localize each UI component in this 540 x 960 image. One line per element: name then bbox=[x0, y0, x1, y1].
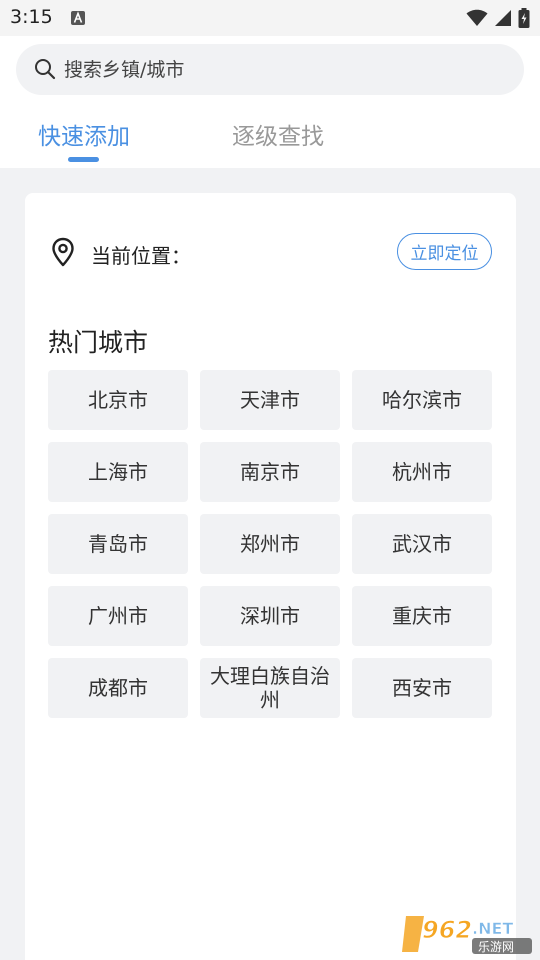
status-time: 3:15 bbox=[10, 6, 53, 28]
city-button[interactable]: 西安市 bbox=[352, 658, 492, 718]
notification-a-icon bbox=[71, 11, 85, 25]
active-tab-indicator bbox=[68, 157, 99, 162]
city-button[interactable]: 成都市 bbox=[48, 658, 188, 718]
current-location-label: 当前位置： bbox=[91, 244, 191, 268]
svg-text:962: 962 bbox=[422, 916, 472, 944]
city-button[interactable]: 深圳市 bbox=[200, 586, 340, 646]
hot-cities-grid: 北京市 天津市 哈尔滨市 上海市 南京市 杭州市 青岛市 郑州市 武汉市 广州市… bbox=[48, 370, 492, 718]
watermark-logo: 962 .NET 乐游网 bbox=[402, 916, 532, 954]
location-pin-icon bbox=[52, 237, 74, 267]
tab-step-search[interactable]: 逐级查找 bbox=[232, 117, 324, 151]
city-button[interactable]: 杭州市 bbox=[352, 442, 492, 502]
city-button[interactable]: 郑州市 bbox=[200, 514, 340, 574]
city-button[interactable]: 青岛市 bbox=[48, 514, 188, 574]
svg-text:乐游网: 乐游网 bbox=[478, 940, 514, 954]
city-button[interactable]: 哈尔滨市 bbox=[352, 370, 492, 430]
city-button[interactable]: 大理白族自治州 bbox=[200, 658, 340, 718]
signal-icon bbox=[495, 10, 511, 26]
city-button[interactable]: 天津市 bbox=[200, 370, 340, 430]
status-icons bbox=[466, 7, 530, 29]
city-button[interactable]: 北京市 bbox=[48, 370, 188, 430]
city-button[interactable]: 重庆市 bbox=[352, 586, 492, 646]
city-button[interactable]: 南京市 bbox=[200, 442, 340, 502]
battery-icon bbox=[518, 8, 530, 28]
city-button[interactable]: 武汉市 bbox=[352, 514, 492, 574]
status-bar: 3:15 bbox=[0, 0, 540, 36]
svg-text:.NET: .NET bbox=[472, 919, 513, 938]
wifi-icon bbox=[466, 9, 488, 26]
city-button[interactable]: 广州市 bbox=[48, 586, 188, 646]
tab-quick-add[interactable]: 快速添加 bbox=[38, 117, 130, 151]
locate-now-button[interactable]: 立即定位 bbox=[397, 233, 492, 270]
city-button[interactable]: 上海市 bbox=[48, 442, 188, 502]
search-input[interactable] bbox=[64, 55, 484, 85]
search-icon bbox=[35, 59, 56, 80]
hot-cities-title: 热门城市 bbox=[48, 328, 149, 357]
